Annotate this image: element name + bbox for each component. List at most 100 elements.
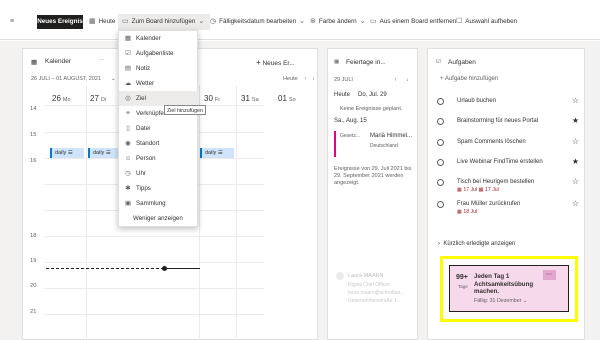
menu-item-goal[interactable]: ◎ Ziel <box>119 91 199 106</box>
day-weekday: Mo <box>62 97 71 103</box>
day-header[interactable]: 01 So <box>278 94 296 103</box>
contact-line: Digital Chef Officer <box>348 282 390 288</box>
star-filled-icon[interactable]: ★ <box>572 157 579 166</box>
day-number: 31 <box>241 94 250 103</box>
task-due-label: 17 Jul <box>484 187 499 193</box>
menu-item-label: Tipps <box>136 185 151 192</box>
task-title: Tisch bei Heurigem bestellen <box>457 179 535 185</box>
goal-highlight: 99+ Tage Jeden Tag 1 Achtsamkeitsübung m… <box>440 256 578 322</box>
star-outline-icon[interactable]: ☆ <box>572 177 579 186</box>
deselect-label: Auswahl aufheben <box>465 18 518 25</box>
task-title: Urlaub buchen <box>457 98 497 104</box>
new-event-link[interactable]: + Neues Er... <box>256 58 295 67</box>
chevron-down-icon[interactable]: ⌄ <box>111 76 116 82</box>
calendar-event[interactable]: daily ☰ <box>88 148 118 158</box>
contact-line: Unternehmenstraße 1... <box>348 298 401 304</box>
menu-item-weather[interactable]: ☁ Wetter <box>119 76 199 91</box>
holiday-event[interactable]: Gesetz... Mariä Himmel... Deutschland <box>334 131 414 157</box>
today-button[interactable]: Heute <box>283 76 298 82</box>
task-title: Spam Comments löschen <box>457 139 526 145</box>
task-item[interactable]: Tisch bei Heurigem bestellen ▦ 17 Jul ▦ … <box>435 177 581 197</box>
day-header[interactable]: 26 Mo <box>52 94 71 103</box>
arrow-down-icon[interactable]: ↓ <box>406 77 409 83</box>
show-completed-button[interactable]: › Kürzlich erledigte anzeigen <box>438 241 515 247</box>
person-icon: ☺ <box>124 155 132 162</box>
new-event-button[interactable]: Neues Ereignis <box>37 15 83 29</box>
more-options-button[interactable]: ⋯ <box>543 270 556 280</box>
task-checkbox[interactable] <box>437 98 444 105</box>
task-item[interactable]: Live Webinar FindTime erstellen ★ <box>435 157 581 177</box>
show-less-button[interactable]: Weniger anzeigen <box>119 211 199 226</box>
contact-name: Laura MAARN <box>348 273 384 279</box>
menu-item-label: Wetter <box>136 80 155 87</box>
menu-item-file[interactable]: ▯ Datei <box>119 121 199 136</box>
change-color-button[interactable]: ⊛ Farbe ändern ⌄ <box>310 16 369 28</box>
change-color-label: Farbe ändern <box>318 18 357 25</box>
day-header[interactable]: 30 Fr <box>204 94 220 103</box>
deselect-icon: ☐ <box>456 18 463 25</box>
menu-item-clock[interactable]: ◷ Uhr <box>119 166 199 181</box>
today-button[interactable]: ▦ Heute <box>89 16 115 28</box>
more-icon[interactable]: ⋯ <box>99 58 105 64</box>
today-label: Heute <box>334 92 351 98</box>
task-checkbox[interactable] <box>437 139 444 146</box>
star-outline-icon[interactable]: ☆ <box>572 96 579 105</box>
day-weekday: Sa <box>251 97 259 103</box>
add-to-board-menu: ▦ Kalender ☑ Aufgabenliste ▤ Notiz ☁ Wetter … <box>118 30 199 227</box>
task-checkbox[interactable] <box>437 159 444 166</box>
task-item[interactable]: Frau Müller zurückrufen ▦ 18 Jul ☆ <box>435 199 581 219</box>
task-item[interactable]: Urlaub buchen ☆ <box>435 96 581 116</box>
menu-item-label: Uhr <box>136 170 146 177</box>
task-checkbox[interactable] <box>437 179 444 186</box>
menu-item-label: Person <box>136 155 156 162</box>
calendar-event[interactable]: daily ☰ <box>50 148 84 158</box>
palette-icon: ⊛ <box>310 18 316 25</box>
goal-days: 99+ <box>456 274 468 281</box>
star-filled-icon[interactable]: ★ <box>572 116 579 125</box>
day-header[interactable]: 31 Sa <box>241 94 259 103</box>
menu-item-person[interactable]: ☺ Person <box>119 151 199 166</box>
arrow-up-icon[interactable]: ↑ <box>304 76 307 82</box>
remove-from-board-button[interactable]: ▭ Aus einem Board entfernen <box>370 16 456 28</box>
day-header[interactable]: 27 Di <box>90 94 106 103</box>
menu-item-tasklist[interactable]: ☑ Aufgabenliste <box>119 46 199 61</box>
day-number: 27 <box>90 94 99 103</box>
hour-label: 14 <box>30 106 37 112</box>
menu-item-location[interactable]: ◉ Standort <box>119 136 199 151</box>
calendar-event[interactable]: daily ☰ <box>200 148 234 158</box>
calendar-title: Kalender <box>45 58 72 65</box>
menu-item-calendar[interactable]: ▦ Kalender <box>119 31 199 46</box>
add-task-button[interactable]: + Aufgabe hinzufügen <box>440 76 498 82</box>
goal-days-label: Tage <box>458 284 468 289</box>
task-item[interactable]: Spam Comments löschen ☆ <box>435 137 581 157</box>
menu-item-label: Ziel <box>136 95 146 102</box>
task-title: Frau Müller zurückrufen <box>457 201 521 207</box>
arrow-up-icon[interactable]: ↑ <box>394 77 397 83</box>
arrow-down-icon[interactable]: ↓ <box>312 76 315 82</box>
day-number: 26 <box>52 94 61 103</box>
task-checkbox[interactable] <box>437 201 444 208</box>
task-checkbox[interactable] <box>437 118 444 125</box>
menu-item-label: Kalender <box>136 35 161 42</box>
menu-item-collection[interactable]: ▣ Sammlung <box>119 196 199 211</box>
chevron-down-icon: ⌄ <box>198 18 205 25</box>
goal-card[interactable]: 99+ Tage Jeden Tag 1 Achtsamkeitsübung m… <box>449 265 569 312</box>
goal-title: Jeden Tag 1 Achtsamkeitsübung machen. <box>474 273 534 295</box>
hour-label: 15 <box>30 132 37 138</box>
toolbar: ≡ Neues Ereignis ▦ Heute ▭ Zum Board hinzu… <box>0 0 600 40</box>
contact-line: laura.maarn@schrottan... <box>348 290 405 296</box>
link-icon: ⚭ <box>125 110 131 117</box>
star-outline-icon[interactable]: ☆ <box>572 199 579 208</box>
menu-item-note[interactable]: ▤ Notiz <box>119 61 199 76</box>
menu-item-label: Sammlung <box>136 200 166 207</box>
star-outline-icon[interactable]: ☆ <box>572 137 579 146</box>
task-item[interactable]: Brainstorming für neues Portal ★ <box>435 116 581 136</box>
add-to-board-button[interactable]: ▭ Zum Board hinzufügen ⌄ <box>122 16 207 28</box>
contact-card[interactable]: Laura MAARN Digital Chef Officer laura.m… <box>332 268 416 320</box>
deselect-button[interactable]: ☐ Auswahl aufheben <box>456 16 517 28</box>
menu-icon[interactable]: ≡ <box>10 16 17 28</box>
edit-due-date-button[interactable]: ◷ Fälligkeitsdatum bearbeiten ⌄ <box>210 16 308 28</box>
hour-label: 19 <box>30 258 37 264</box>
calendar-icon: ▦ <box>124 35 132 42</box>
menu-item-tips[interactable]: ✱ Tipps <box>119 181 199 196</box>
